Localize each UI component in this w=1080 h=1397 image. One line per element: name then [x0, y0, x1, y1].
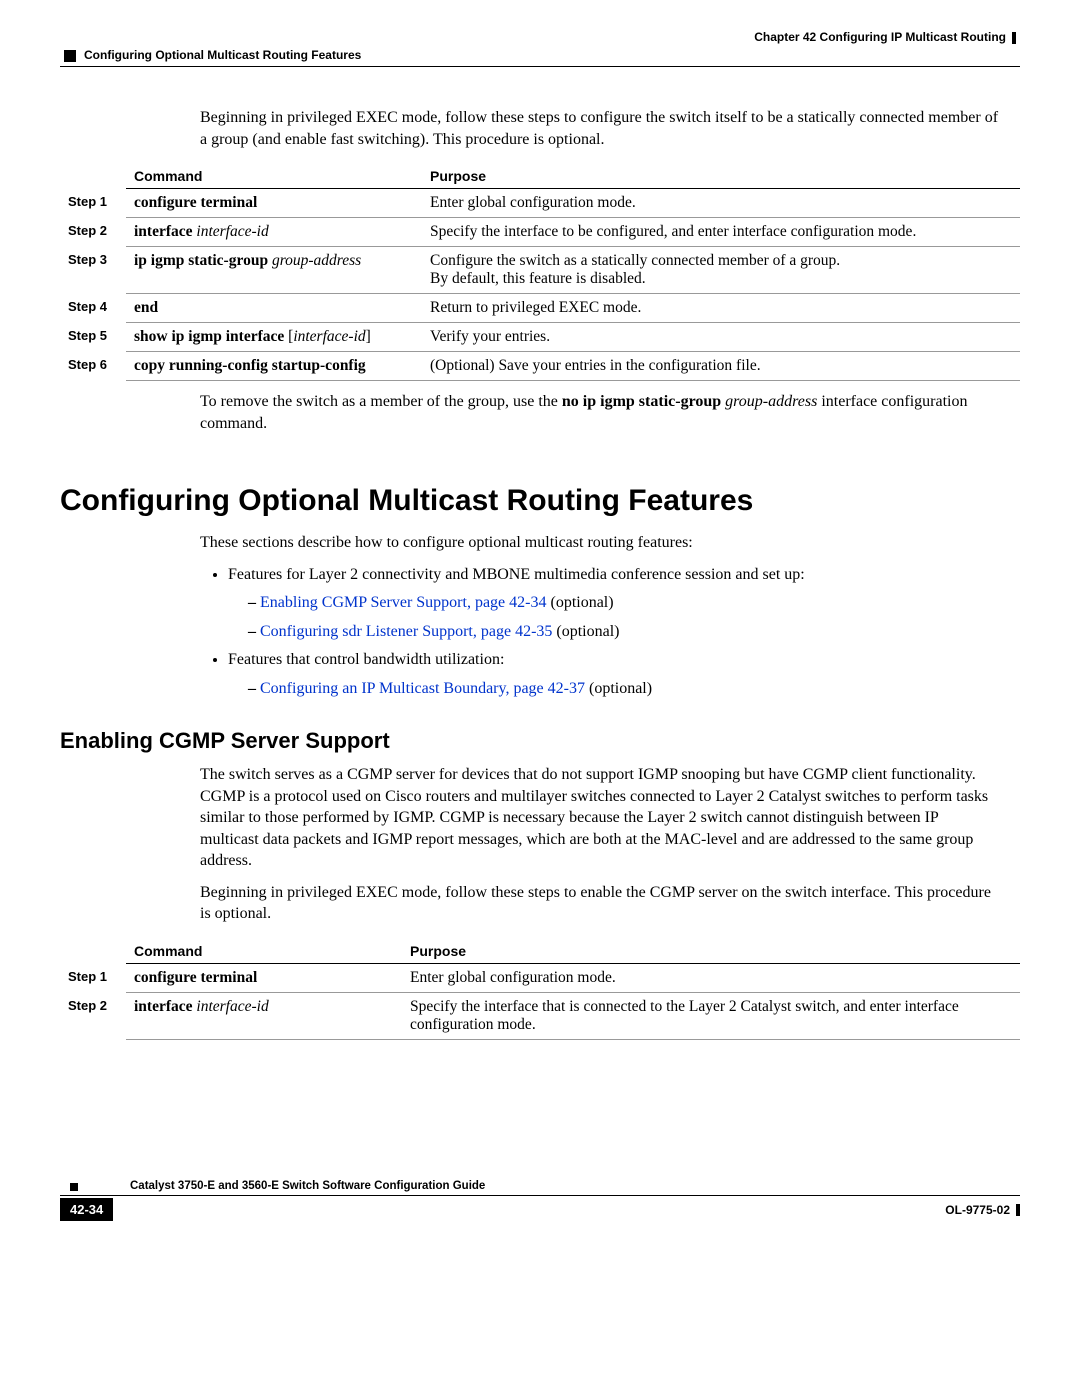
subsection-heading: Enabling CGMP Server Support	[60, 728, 1020, 754]
procedure-table-1: Command Purpose Step 1 configure termina…	[60, 164, 1020, 381]
list-item: Configuring sdr Listener Support, page 4…	[248, 621, 1000, 643]
step-label: Step 2	[60, 993, 126, 1040]
footer-guide-line: Catalyst 3750-E and 3560-E Switch Softwa…	[60, 1180, 1020, 1196]
purpose-cell: Specify the interface that is connected …	[402, 993, 1020, 1040]
table-row: Step 5 show ip igmp interface [interface…	[60, 323, 1020, 352]
footer-square-icon	[70, 1183, 78, 1191]
list-item: Enabling CGMP Server Support, page 42-34…	[248, 592, 1000, 614]
command-cell: ip igmp static-group group-address	[126, 247, 422, 294]
procedure-table-2: Command Purpose Step 1 configure termina…	[60, 939, 1020, 1040]
command-cell: interface interface-id	[126, 218, 422, 247]
command-cell: configure terminal	[126, 964, 402, 993]
table-row: Step 1 configure terminal Enter global c…	[60, 189, 1020, 218]
command-cell: copy running-config startup-config	[126, 352, 422, 381]
table-row: Step 1 configure terminal Enter global c…	[60, 964, 1020, 993]
page-number-badge: 42-34	[60, 1198, 113, 1221]
list-item: Features that control bandwidth utilizat…	[228, 649, 1000, 700]
step-label: Step 6	[60, 352, 126, 381]
cgmp-paragraph-1: The switch serves as a CGMP server for d…	[200, 764, 1000, 872]
purpose-cell: Return to privileged EXEC mode.	[422, 294, 1020, 323]
command-cell: interface interface-id	[126, 993, 402, 1040]
intro-paragraph: Beginning in privileged EXEC mode, follo…	[200, 107, 1000, 150]
command-cell: configure terminal	[126, 189, 422, 218]
col-purpose: Purpose	[402, 939, 1020, 964]
header-bar-icon	[1012, 32, 1016, 44]
feature-list: Features for Layer 2 connectivity and MB…	[200, 564, 1000, 700]
col-step	[60, 164, 126, 189]
col-command: Command	[126, 164, 422, 189]
overview-paragraph: These sections describe how to configure…	[200, 532, 1000, 554]
step-label: Step 4	[60, 294, 126, 323]
xref-link-cgmp[interactable]: Enabling CGMP Server Support, page 42-34	[260, 594, 546, 611]
col-purpose: Purpose	[422, 164, 1020, 189]
col-step	[60, 939, 126, 964]
command-cell: show ip igmp interface [interface-id]	[126, 323, 422, 352]
command-cell: end	[126, 294, 422, 323]
step-label: Step 5	[60, 323, 126, 352]
col-command: Command	[126, 939, 402, 964]
purpose-cell: Configure the switch as a statically con…	[422, 247, 1020, 294]
list-item: Configuring an IP Multicast Boundary, pa…	[248, 678, 1000, 700]
running-header-left: Configuring Optional Multicast Routing F…	[60, 48, 1020, 62]
xref-link-sdr[interactable]: Configuring sdr Listener Support, page 4…	[260, 623, 552, 640]
list-item: Features for Layer 2 connectivity and MB…	[228, 564, 1000, 643]
header-square-icon	[64, 50, 76, 62]
xref-link-boundary[interactable]: Configuring an IP Multicast Boundary, pa…	[260, 680, 585, 697]
purpose-cell: Specify the interface to be configured, …	[422, 218, 1020, 247]
table-row: Step 3 ip igmp static-group group-addres…	[60, 247, 1020, 294]
table-row: Step 2 interface interface-id Specify th…	[60, 993, 1020, 1040]
section-heading: Configuring Optional Multicast Routing F…	[60, 484, 1020, 518]
doc-id: OL-9775-02	[945, 1203, 1020, 1217]
footer-bar-icon	[1016, 1204, 1020, 1216]
cgmp-paragraph-2: Beginning in privileged EXEC mode, follo…	[200, 882, 1000, 925]
purpose-cell: Enter global configuration mode.	[422, 189, 1020, 218]
table-row: Step 6 copy running-config startup-confi…	[60, 352, 1020, 381]
section-label: Configuring Optional Multicast Routing F…	[84, 48, 361, 62]
step-label: Step 2	[60, 218, 126, 247]
purpose-cell: Enter global configuration mode.	[402, 964, 1020, 993]
table-row: Step 2 interface interface-id Specify th…	[60, 218, 1020, 247]
page-footer: Catalyst 3750-E and 3560-E Switch Softwa…	[60, 1180, 1020, 1221]
chapter-label: Chapter 42 Configuring IP Multicast Rout…	[754, 30, 1006, 44]
step-label: Step 3	[60, 247, 126, 294]
guide-title: Catalyst 3750-E and 3560-E Switch Softwa…	[130, 1180, 485, 1192]
purpose-cell: Verify your entries.	[422, 323, 1020, 352]
header-rule	[60, 66, 1020, 67]
step-label: Step 1	[60, 189, 126, 218]
running-header-right: Chapter 42 Configuring IP Multicast Rout…	[60, 30, 1020, 44]
step-label: Step 1	[60, 964, 126, 993]
table-row: Step 4 end Return to privileged EXEC mod…	[60, 294, 1020, 323]
purpose-cell: (Optional) Save your entries in the conf…	[422, 352, 1020, 381]
remove-note: To remove the switch as a member of the …	[200, 391, 1000, 434]
